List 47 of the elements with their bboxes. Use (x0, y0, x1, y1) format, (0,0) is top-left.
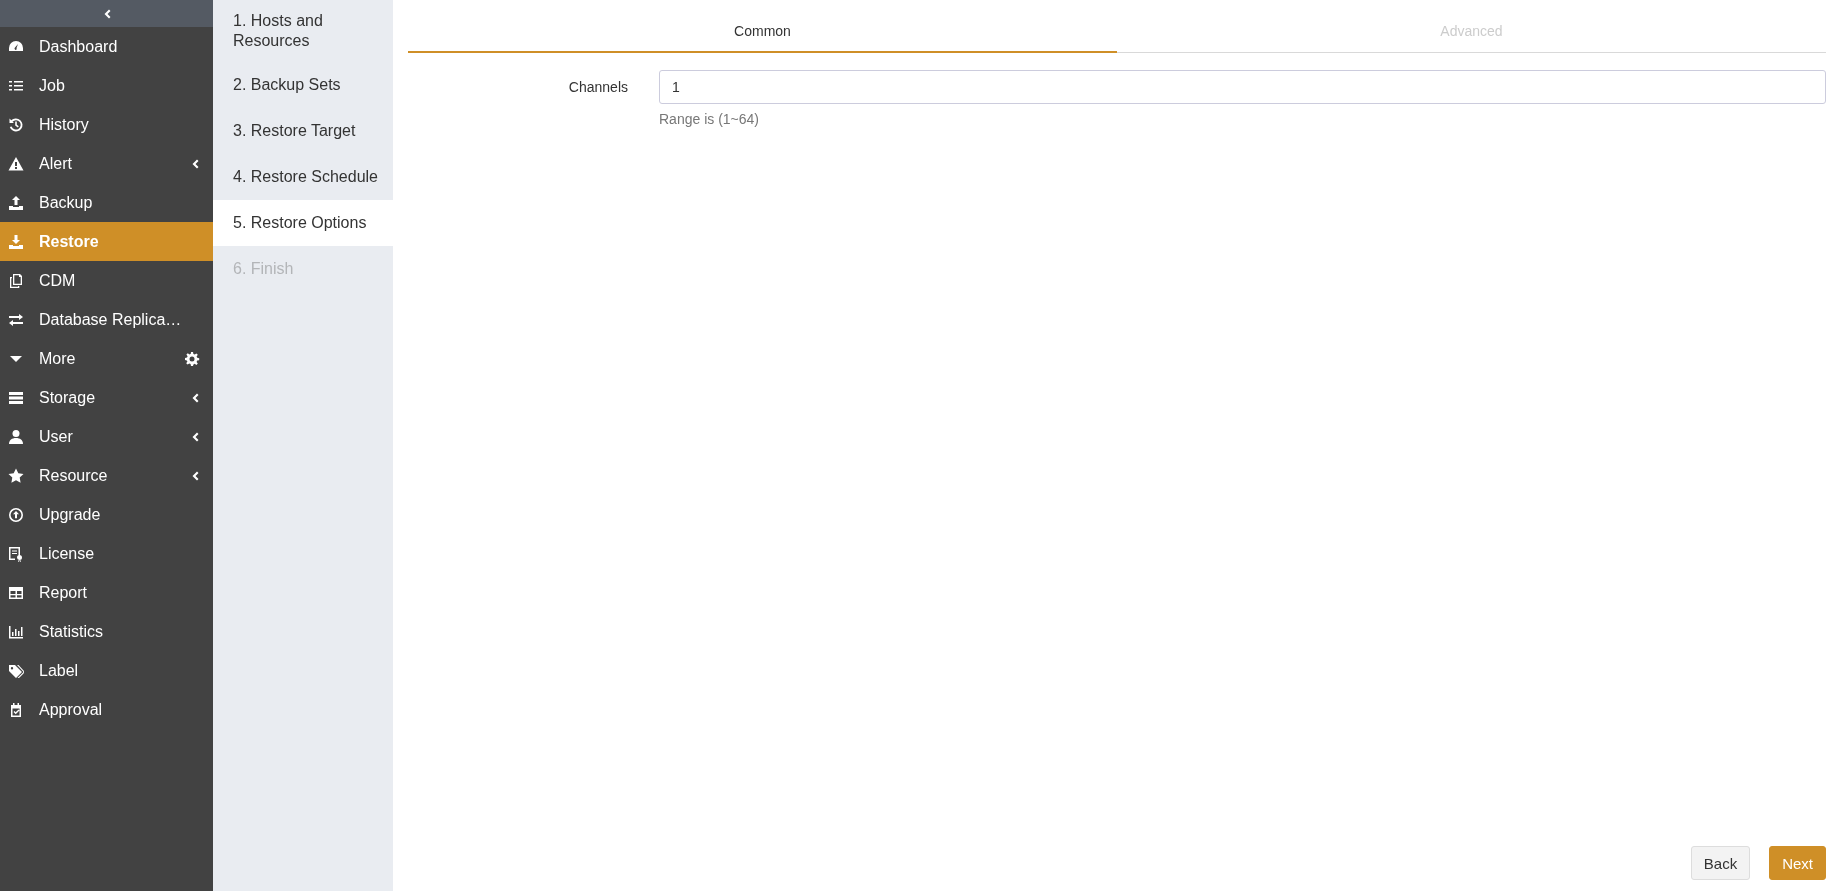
wizard-step[interactable]: 5. Restore Options (213, 200, 393, 246)
star-icon (8, 467, 24, 484)
tag-icon (8, 662, 24, 679)
caret-icon (10, 355, 22, 362)
sidebar-item[interactable]: More (0, 339, 213, 378)
chevron-icon (190, 430, 200, 443)
server-icon (8, 389, 24, 406)
sidebar-item[interactable]: Database Replica… (0, 300, 213, 339)
download-icon (8, 233, 24, 250)
sidebar-item[interactable]: Label (0, 651, 213, 690)
history-icon (8, 116, 24, 133)
wizard-step[interactable]: 3. Restore Target (213, 108, 393, 154)
exchange-icon (8, 311, 24, 328)
wizard-step[interactable]: 1. Hosts and Resources (213, 0, 393, 62)
sidebar-item[interactable]: Statistics (0, 612, 213, 651)
sidebar-item[interactable]: Backup (0, 183, 213, 222)
sidebar-item[interactable]: Approval (0, 690, 213, 729)
back-button[interactable]: Back (1690, 846, 1751, 880)
certificate-icon (8, 545, 24, 562)
table-icon (8, 584, 24, 601)
sidebar-item[interactable]: User (0, 417, 213, 456)
sidebar-item[interactable]: Job (0, 66, 213, 105)
sidebar-item[interactable]: Dashboard (0, 27, 213, 66)
copy-icon (8, 272, 24, 289)
sidebar-item[interactable]: CDM (0, 261, 213, 300)
sidebar-item[interactable]: History (0, 105, 213, 144)
user-icon (8, 428, 24, 445)
sidebar-item[interactable]: License (0, 534, 213, 573)
chevron-icon (190, 157, 200, 170)
upload-icon (8, 194, 24, 211)
chevron-icon (190, 391, 200, 404)
wizard-step[interactable]: 4. Restore Schedule (213, 154, 393, 200)
warning-icon (8, 155, 24, 172)
wizard-step[interactable]: 2. Backup Sets (213, 62, 393, 108)
help-text: Range is (1~64) (659, 111, 760, 127)
chevron-icon (190, 469, 200, 482)
sidebar-item[interactable]: Upgrade (0, 495, 213, 534)
calendar-check-icon (8, 701, 24, 718)
bar-chart-icon (8, 623, 24, 640)
sidebar-item[interactable]: Alert (0, 144, 213, 183)
sidebar-item[interactable]: Report (0, 573, 213, 612)
sidebar-item[interactable]: Resource (0, 456, 213, 495)
sidebar-item[interactable]: Storage (0, 378, 213, 417)
tab[interactable]: Common (408, 0, 1117, 53)
input-field[interactable]: 1 (659, 70, 1826, 104)
settings-icon[interactable] (184, 350, 200, 367)
field-label: Channels (567, 78, 628, 97)
